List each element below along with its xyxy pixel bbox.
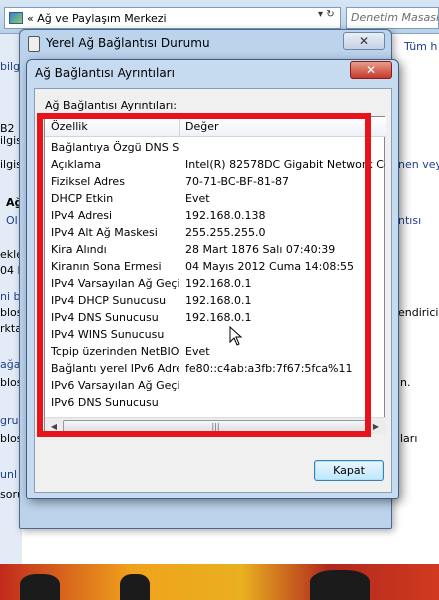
column-header-property[interactable]: Özellik: [51, 120, 88, 133]
address-bar[interactable]: « Ağ ve Paylaşım Merkezi: [4, 7, 341, 29]
property-cell: Kiranın Sona Ermesi: [51, 260, 162, 273]
table-row[interactable]: Bağlantıya Özgü DNS S...: [45, 139, 386, 156]
table-row[interactable]: IPv4 WINS Sunucusu: [45, 326, 386, 343]
table-row[interactable]: IPv6 Varsayılan Ağ Geçidi: [45, 377, 386, 394]
value-cell: 192.168.0.1: [185, 294, 252, 307]
table-row[interactable]: Fiziksel Adres 70-71-BC-BF-81-87: [45, 173, 386, 190]
refresh-icon[interactable]: ▾ ↻: [318, 9, 340, 27]
bg-fragment: n.: [400, 376, 411, 389]
property-cell: IPv6 DNS Sunucusu: [51, 396, 159, 409]
connection-details-dialog: Ağ Bağlantısı Ayrıntıları ✕ Ağ Bağlantıs…: [26, 59, 399, 499]
property-cell: Açıklama: [51, 158, 102, 171]
table-row[interactable]: Açıklama Intel(R) 82578DC Gigabit Network…: [45, 156, 386, 173]
table-row[interactable]: IPv6 DNS Sunucusu: [45, 394, 386, 411]
property-cell: Fiziksel Adres: [51, 175, 125, 188]
scroll-left-icon[interactable]: ◀: [46, 419, 62, 434]
bg-fragment: ları: [400, 432, 418, 445]
scrollbar-thumb[interactable]: |||: [63, 420, 368, 433]
property-cell: Bağlantıya Özgü DNS S...: [51, 141, 179, 154]
horizontal-scrollbar[interactable]: ◀ ||| ▶: [45, 417, 386, 434]
close-button[interactable]: ✕: [350, 61, 392, 79]
value-cell: Evet: [185, 192, 210, 205]
table-row[interactable]: DHCP Etkin Evet: [45, 190, 386, 207]
table-row[interactable]: Tcpip üzerinden NetBIO... Evet: [45, 343, 386, 360]
details-listview[interactable]: Özellik Değer Bağlantıya Özgü DNS S... Aç…: [44, 116, 386, 434]
bg-fragment[interactable]: ağa: [0, 358, 20, 371]
value-cell: 192.168.0.138: [185, 209, 266, 222]
value-cell: Intel(R) 82578DC Gigabit Network Conne: [185, 158, 385, 171]
bg-fragment[interactable]: ni b: [0, 290, 21, 303]
bg-fragment: endirici: [398, 306, 439, 319]
bg-fragment[interactable]: ntısı: [398, 214, 421, 227]
value-cell: Evet: [185, 345, 210, 358]
table-row[interactable]: Bağlantı yerel IPv6 Adresi fe80::c4ab:a3f…: [45, 360, 386, 377]
section-label: Ağ Bağlantısı Ayrıntıları:: [45, 99, 177, 112]
close-button[interactable]: ✕: [343, 32, 385, 50]
property-cell: DHCP Etkin: [51, 192, 114, 205]
table-row[interactable]: IPv4 DNS Sunucusu 192.168.0.1: [45, 309, 386, 326]
property-cell: IPv4 DNS Sunucusu: [51, 311, 159, 324]
property-cell: Tcpip üzerinden NetBIO...: [51, 345, 179, 358]
listview-header: Özellik Değer: [45, 117, 386, 137]
bg-fragment[interactable]: Ol: [6, 214, 18, 227]
property-cell: Bağlantı yerel IPv6 Adresi: [51, 362, 179, 375]
value-cell: fe80::c4ab:a3fb:7f67:5fca%11: [185, 362, 353, 375]
value-cell: 28 Mart 1876 Salı 07:40:39: [185, 243, 336, 256]
table-row[interactable]: IPv4 Alt Ağ Maskesi 255.255.255.0: [45, 224, 386, 241]
bg-fragment: bilg: [0, 60, 21, 73]
value-cell: 192.168.0.1: [185, 311, 252, 324]
close-dialog-button[interactable]: Kapat: [314, 460, 384, 481]
table-row[interactable]: IPv4 Varsayılan Ağ Geçidi 192.168.0.1: [45, 275, 386, 292]
property-cell: IPv4 DHCP Sunucusu: [51, 294, 167, 307]
search-input[interactable]: Denetim Masası: [346, 7, 439, 29]
value-cell: 192.168.0.1: [185, 277, 252, 290]
property-cell: IPv4 Adresi: [51, 209, 113, 222]
property-cell: Kira Alındı: [51, 243, 107, 256]
network-icon: [28, 36, 40, 52]
table-row[interactable]: Kiranın Sona Ermesi 04 Mayıs 2012 Cuma 14…: [45, 258, 386, 275]
table-row[interactable]: IPv4 DHCP Sunucusu 192.168.0.1: [45, 292, 386, 309]
property-cell: IPv4 Alt Ağ Maskesi: [51, 226, 158, 239]
table-row[interactable]: Kira Alındı 28 Mart 1876 Salı 07:40:39: [45, 241, 386, 258]
column-divider[interactable]: [179, 117, 180, 137]
bg-fragment[interactable]: gru: [0, 414, 18, 427]
value-cell: 255.255.255.0: [185, 226, 266, 239]
property-cell: IPv4 WINS Sunucusu: [51, 328, 165, 341]
dialog-title: Ağ Bağlantısı Ayrıntıları: [35, 66, 175, 80]
listview-body: Bağlantıya Özgü DNS S... Açıklama Intel(R)…: [45, 139, 386, 415]
property-cell: IPv4 Varsayılan Ağ Geçidi: [51, 277, 179, 290]
bg-fragment[interactable]: nen veya l: [398, 158, 439, 171]
scroll-right-icon[interactable]: ▶: [368, 419, 384, 434]
column-header-value[interactable]: Değer: [185, 120, 219, 133]
value-cell: 04 Mayıs 2012 Cuma 14:08:55: [185, 260, 355, 273]
dialog-client-area: Ağ Bağlantısı Ayrıntıları: Özellik Değer…: [34, 88, 392, 493]
value-cell: 70-71-BC-BF-81-87: [185, 175, 289, 188]
table-row[interactable]: IPv4 Adresi 192.168.0.138: [45, 207, 386, 224]
mouse-cursor-icon: [229, 326, 243, 346]
dialog-title: Yerel Ağ Bağlantısı Durumu: [46, 36, 210, 50]
property-cell: IPv6 Varsayılan Ağ Geçidi: [51, 379, 179, 392]
bg-fragment[interactable]: unl: [0, 468, 17, 481]
desktop-wallpaper: [0, 564, 439, 600]
address-bar-text: « Ağ ve Paylaşım Merkezi: [27, 11, 167, 25]
network-icon: [9, 12, 23, 24]
bg-fragment[interactable]: Tüm h: [404, 40, 437, 53]
